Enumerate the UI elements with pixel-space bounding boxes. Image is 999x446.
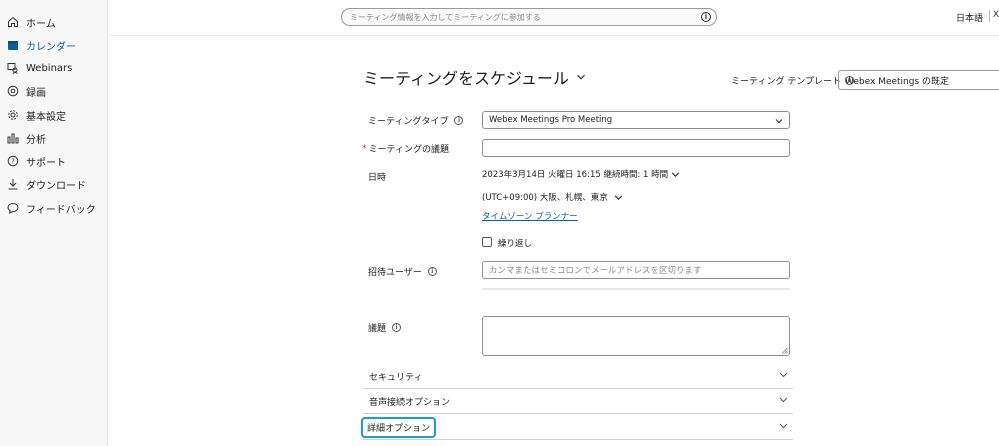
language-selector[interactable]: 日本語 [956,11,983,24]
invitees-input[interactable]: カンマまたはセミコロンでメールアドレスを区切ります [482,261,790,279]
calendar-icon [8,41,18,50]
sidebar: ホーム カレンダー Webinars 録画 基本設定 分析 ? サポート ダウン… [0,0,108,446]
datetime-selector[interactable]: 2023年3月14日 火曜日 16:15 継続時間: 1 時間 [482,168,680,180]
page-title[interactable]: ミーティングをスケジュール [363,65,586,89]
sidebar-item-download[interactable]: ダウンロード [7,174,86,194]
analytics-icon [7,133,19,144]
section-advanced-options[interactable]: 詳細オプション [361,415,793,440]
meeting-type-label-text: ミーティングタイプ [368,117,449,127]
agenda-label: 議題 i [368,321,402,334]
help-icon: ? [7,155,19,167]
sidebar-item-home[interactable]: ホーム [7,12,56,32]
invitees-label-text: 招待ユーザー [368,268,422,278]
info-icon[interactable]: i [392,323,402,332]
sidebar-item-label: サポート [26,157,66,169]
template-value: Webex Meetings の既定 [845,76,950,87]
topic-input[interactable] [482,139,790,157]
search-placeholder: ミーティング情報を入力してミーティングに参加する [350,12,541,22]
recording-icon [7,85,19,97]
chevron-down-icon [779,423,788,429]
timezone-value: (UTC+09:00) 大阪、札幌、東京 [482,193,608,203]
feedback-icon [7,202,19,214]
resize-handle-icon[interactable] [781,347,788,354]
divider [989,10,990,22]
meeting-type-label: ミーティングタイプ i [368,114,464,127]
download-icon [8,179,18,190]
sidebar-item-label: フィードバック [26,204,96,216]
chevron-down-icon [614,194,623,200]
sidebar-item-label: ダウンロード [26,180,86,192]
datetime-label: 日時 [368,170,386,183]
chevron-down-icon [576,74,585,80]
section-audio-options[interactable]: 音声接続オプション [363,389,793,414]
sidebar-item-webinars[interactable]: Webinars [7,58,72,78]
sidebar-item-analytics[interactable]: 分析 [7,128,46,148]
sidebar-item-label: 分析 [26,134,46,146]
info-icon[interactable]: i [454,116,464,125]
info-icon[interactable]: i [701,12,711,22]
close-icon[interactable]: X [993,10,999,20]
sidebar-item-label: 基本設定 [26,111,66,123]
timezone-planner-link[interactable]: タイムゾーン プランナー [482,210,578,222]
recurrence-label: 繰り返し [498,239,533,249]
required-mark: * [362,143,367,154]
section-label: 詳細オプション [361,416,437,438]
sidebar-item-label: 録画 [26,87,46,99]
chevron-down-icon [779,372,788,378]
top-bar: ミーティング情報を入力してミーティングに参加する i 日本語 X [108,0,999,36]
template-label-text: ミーティング テンプレート [731,77,842,87]
invitees-label: 招待ユーザー i [368,265,437,278]
sidebar-item-feedback[interactable]: フィードバック [7,198,96,218]
divider [482,288,790,290]
sidebar-item-settings[interactable]: 基本設定 [7,105,66,125]
meeting-type-select[interactable]: Webex Meetings Pro Meeting [482,111,790,129]
chevron-down-icon [775,119,783,124]
page-title-text: ミーティングをスケジュール [363,69,569,88]
svg-text:?: ? [11,158,15,166]
section-label: 音声接続オプション [369,397,451,408]
agenda-label-text: 議題 [368,324,387,334]
sidebar-item-label: ホーム [26,18,56,30]
template-label: ミーティング テンプレート i [731,74,855,87]
datetime-label-text: 日時 [368,173,387,183]
section-security[interactable]: セキュリティ [363,364,793,389]
section-label: セキュリティ [369,372,423,383]
invitees-placeholder: カンマまたはセミコロンでメールアドレスを区切ります [489,266,702,276]
sidebar-item-label: カレンダー [26,41,76,53]
sidebar-item-support[interactable]: ? サポート [7,151,66,171]
template-select[interactable]: Webex Meetings の既定 [838,70,999,90]
chevron-down-icon [779,397,788,403]
info-icon[interactable]: i [427,267,437,276]
sidebar-item-recording[interactable]: 録画 [7,81,46,101]
gear-icon [8,110,18,120]
recurrence-checkbox[interactable] [482,237,492,247]
sidebar-item-label: Webinars [26,62,73,74]
home-icon [8,16,18,27]
webinars-icon [7,63,18,74]
topic-label-text: ミーティングの議題 [368,145,449,155]
meeting-type-value: Webex Meetings Pro Meeting [489,115,613,125]
timezone-selector[interactable]: (UTC+09:00) 大阪、札幌、東京 [482,191,623,203]
topic-label: * ミーティングの議題 [362,142,449,156]
search-input[interactable]: ミーティング情報を入力してミーティングに参加する i [341,8,717,26]
chevron-down-icon [671,171,680,177]
agenda-textarea[interactable] [482,316,790,356]
datetime-value: 2023年3月14日 火曜日 16:15 継続時間: 1 時間 [482,170,669,180]
sidebar-item-calendar[interactable]: カレンダー [7,35,76,55]
